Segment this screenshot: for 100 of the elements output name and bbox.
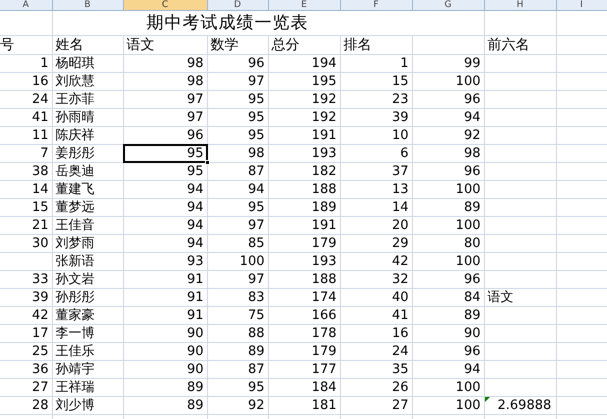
table-cell: 24 bbox=[32, 92, 48, 107]
column-heading: 语文 bbox=[126, 37, 154, 53]
column-header[interactable]: B bbox=[52, 0, 123, 10]
table-cell: 1 bbox=[400, 56, 408, 71]
table-cell: 97 bbox=[248, 218, 264, 233]
table-cell: 87 bbox=[248, 362, 264, 377]
table-cell: 21 bbox=[32, 218, 48, 233]
table-cell: 98 bbox=[186, 74, 204, 89]
column-header[interactable]: D bbox=[207, 0, 268, 10]
table-cell: 179 bbox=[312, 344, 336, 359]
table-cell: 王佳乐 bbox=[56, 344, 94, 359]
table-cell: 6 bbox=[400, 146, 408, 161]
table-cell: 33 bbox=[32, 272, 48, 287]
table-cell: 95 bbox=[248, 128, 264, 143]
column-heading: 数学 bbox=[210, 37, 238, 53]
table-cell: 27 bbox=[32, 380, 48, 395]
table-cell: 96 bbox=[464, 92, 480, 107]
table-cell: 孙文岩 bbox=[56, 272, 94, 287]
column-header[interactable]: C bbox=[123, 0, 207, 10]
table-cell: 陈庆祥 bbox=[56, 128, 94, 143]
table-cell: 孙雨晴 bbox=[56, 110, 94, 125]
table-cell: 97 bbox=[186, 92, 204, 107]
table-cell: 11 bbox=[32, 128, 48, 143]
table-cell: 184 bbox=[312, 380, 336, 395]
table-cell: 95 bbox=[248, 380, 264, 395]
table-cell: 75 bbox=[248, 308, 264, 323]
table-cell: 39 bbox=[32, 290, 48, 305]
table-cell: 98 bbox=[186, 56, 204, 71]
table-cell: 94 bbox=[464, 110, 480, 125]
table-cell: 15 bbox=[32, 200, 48, 215]
column-heading: 姓名 bbox=[56, 37, 84, 53]
table-cell: 14 bbox=[392, 200, 408, 215]
table-cell: 91 bbox=[186, 272, 204, 287]
table-cell: 董家豪 bbox=[56, 308, 94, 323]
table-cell: 100 bbox=[456, 74, 480, 89]
table-cell: 98 bbox=[248, 146, 264, 161]
table-cell: 董梦远 bbox=[56, 200, 94, 215]
table-cell: 15 bbox=[392, 74, 408, 89]
column-header[interactable]: F bbox=[340, 0, 412, 10]
table-cell: 14 bbox=[32, 182, 48, 197]
table-cell: 89 bbox=[464, 200, 480, 215]
table-cell: 89 bbox=[464, 308, 480, 323]
table-cell: 96 bbox=[248, 56, 264, 71]
table-cell: 188 bbox=[312, 182, 336, 197]
table-cell: 178 bbox=[312, 326, 336, 341]
table-cell: 95 bbox=[186, 164, 204, 179]
sheet-title: 期中考试成绩一览表 bbox=[146, 13, 308, 33]
table-cell: 179 bbox=[312, 236, 336, 251]
table-cell: 32 bbox=[392, 272, 408, 287]
table-cell: 26 bbox=[392, 380, 408, 395]
table-cell: 王亦菲 bbox=[56, 92, 94, 107]
table-cell-text: 2.69888 bbox=[496, 398, 552, 413]
table-cell: 25 bbox=[32, 344, 48, 359]
table-cell: 94 bbox=[186, 218, 204, 233]
table-cell: 40 bbox=[392, 290, 408, 305]
table-cell: 90 bbox=[186, 362, 204, 377]
table-cell: 80 bbox=[464, 236, 480, 251]
table-cell: 张新语 bbox=[56, 254, 94, 269]
table-cell: 92 bbox=[464, 128, 480, 143]
table-cell: 193 bbox=[312, 254, 336, 269]
table-cell: 96 bbox=[464, 344, 480, 359]
column-header[interactable]: H bbox=[484, 0, 556, 10]
table-cell: 24 bbox=[392, 344, 408, 359]
table-cell: 38 bbox=[32, 164, 48, 179]
table-cell: 刘欣慧 bbox=[56, 74, 94, 89]
table-cell: 95 bbox=[248, 200, 264, 215]
table-cell: 39 bbox=[392, 110, 408, 125]
table-cell: 董建飞 bbox=[56, 182, 94, 197]
table-cell: 188 bbox=[312, 272, 336, 287]
table-cell: 100 bbox=[456, 218, 480, 233]
table-cell: 17 bbox=[32, 326, 48, 341]
table-cell: 7 bbox=[40, 146, 48, 161]
column-header[interactable]: E bbox=[268, 0, 340, 10]
table-cell: 94 bbox=[186, 236, 204, 251]
table-cell: 91 bbox=[186, 290, 204, 305]
table-cell: 30 bbox=[32, 236, 48, 251]
table-cell: 42 bbox=[32, 308, 48, 323]
table-cell: 王祥瑞 bbox=[56, 380, 94, 395]
table-cell: 10 bbox=[392, 128, 408, 143]
column-heading: 前六名 bbox=[488, 37, 530, 53]
table-cell: 87 bbox=[248, 164, 264, 179]
table-cell: 100 bbox=[456, 182, 480, 197]
table-cell: 1 bbox=[40, 56, 48, 71]
column-header[interactable]: A bbox=[0, 0, 52, 10]
table-cell: 90 bbox=[186, 326, 204, 341]
active-cell-border[interactable] bbox=[122, 144, 208, 163]
table-cell: 90 bbox=[464, 326, 480, 341]
table-cell: 191 bbox=[312, 218, 336, 233]
table-cell: 李一博 bbox=[56, 326, 94, 341]
table-cell: 192 bbox=[312, 92, 336, 107]
table-cell: 192 bbox=[312, 110, 336, 125]
table-cell: 177 bbox=[312, 362, 336, 377]
table-cell: 182 bbox=[312, 164, 336, 179]
table-cell: 191 bbox=[312, 128, 336, 143]
table-cell: 语文 bbox=[488, 290, 514, 305]
column-header[interactable]: G bbox=[412, 0, 484, 10]
table-cell: 97 bbox=[248, 74, 264, 89]
column-header[interactable]: I bbox=[556, 0, 607, 10]
table-cell: 94 bbox=[186, 200, 204, 215]
table-cell: 93 bbox=[186, 254, 204, 269]
